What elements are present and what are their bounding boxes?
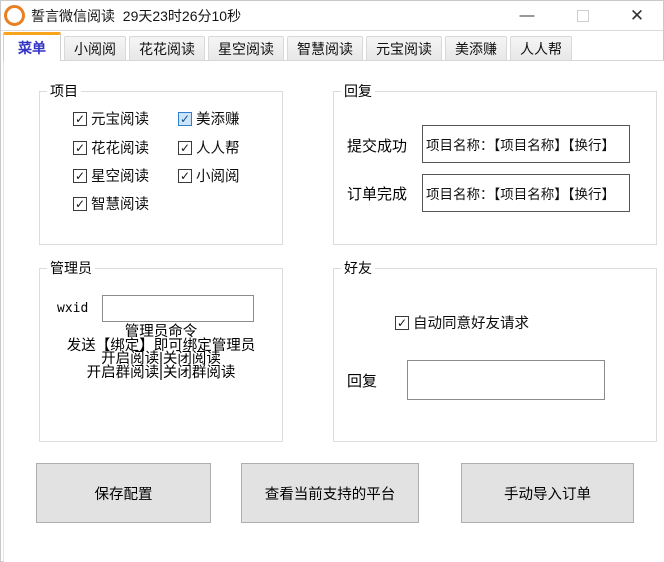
checkbox-label: 花花阅读 (91, 137, 149, 158)
group-admin-title: 管理员 (47, 260, 95, 276)
tab-huahua-read[interactable]: 花花阅读 (129, 36, 205, 61)
save-config-button[interactable]: 保存配置 (36, 463, 211, 523)
group-admin: 管理员 wxid 管理员命令 发送【绑定】即可绑定管理员 开启阅读|关闭阅读 开… (39, 268, 283, 442)
tab-xingkong-read[interactable]: 星空阅读 (208, 36, 284, 61)
checkmark-icon: ✓ (73, 197, 87, 211)
group-reply: 回复 提交成功 订单完成 (333, 91, 657, 245)
checkmark-icon: ✓ (178, 112, 192, 126)
group-friend-title: 好友 (341, 260, 375, 276)
checkmark-icon: ✓ (73, 141, 87, 155)
view-supported-platforms-button[interactable]: 查看当前支持的平台 (241, 463, 419, 523)
wxid-input[interactable] (102, 295, 254, 322)
close-button[interactable]: ✕ (611, 1, 663, 30)
title-bar: 誓言微信阅读 29天23时26分10秒 — ✕ (1, 1, 663, 31)
tab-meitianzhuan[interactable]: 美添赚 (445, 36, 507, 61)
app-window: { "window": { "title": "誓言微信阅读 29天23时26分… (0, 0, 664, 562)
order-complete-input[interactable] (422, 174, 630, 212)
checkbox-label: 元宝阅读 (91, 108, 149, 129)
checkmark-icon: ✓ (178, 169, 192, 183)
order-complete-label: 订单完成 (347, 183, 407, 204)
tab-strip: 菜单 小阅阅 花花阅读 星空阅读 智慧阅读 元宝阅读 美添赚 人人帮 (3, 32, 663, 61)
wxid-label: wxid (57, 301, 88, 316)
minimize-button[interactable]: — (499, 1, 555, 30)
checkmark-icon: ✓ (73, 169, 87, 183)
checkbox-meitianzhuan[interactable]: ✓ 美添赚 (178, 108, 240, 129)
window-controls: — ✕ (499, 1, 663, 30)
checkbox-label: 小阅阅 (196, 165, 240, 186)
checkbox-label: 人人帮 (196, 137, 240, 158)
manual-import-orders-button[interactable]: 手动导入订单 (461, 463, 634, 523)
group-reply-title: 回复 (341, 83, 375, 99)
admin-command-help: 管理员命令 发送【绑定】即可绑定管理员 开启阅读|关闭阅读 开启群阅读|关闭群阅… (40, 326, 282, 380)
checkmark-icon: ✓ (395, 316, 409, 330)
admin-command-line: 开启群阅读|关闭群阅读 (40, 367, 282, 381)
checkmark-icon: ✓ (178, 141, 192, 155)
tab-zhihui-read[interactable]: 智慧阅读 (287, 36, 363, 61)
friend-reply-input[interactable] (407, 360, 605, 400)
checkbox-label: 智慧阅读 (91, 193, 149, 214)
maximize-icon (577, 10, 589, 22)
checkbox-auto-accept-friend[interactable]: ✓ 自动同意好友请求 (395, 312, 529, 333)
submit-success-input[interactable] (422, 125, 630, 163)
checkbox-yuanbao-read[interactable]: ✓ 元宝阅读 (73, 108, 149, 129)
friend-reply-label: 回复 (347, 370, 377, 391)
window-title: 誓言微信阅读 29天23时26分10秒 (31, 6, 241, 26)
app-logo-icon (4, 5, 25, 26)
tab-yuanbao-read[interactable]: 元宝阅读 (366, 36, 442, 61)
maximize-button[interactable] (555, 1, 611, 30)
checkbox-renrenbang[interactable]: ✓ 人人帮 (178, 137, 240, 158)
tab-renrenbang[interactable]: 人人帮 (510, 36, 572, 61)
checkbox-label: 美添赚 (196, 108, 240, 129)
submit-success-label: 提交成功 (347, 135, 407, 156)
tab-xiaoyueyue[interactable]: 小阅阅 (64, 36, 126, 61)
tab-menu[interactable]: 菜单 (3, 32, 61, 61)
group-friend: 好友 ✓ 自动同意好友请求 回复 (333, 268, 657, 442)
close-icon: ✕ (630, 6, 644, 26)
checkbox-xingkong-read[interactable]: ✓ 星空阅读 (73, 165, 149, 186)
checkbox-xiaoyueyue[interactable]: ✓ 小阅阅 (178, 165, 240, 186)
checkbox-huahua-read[interactable]: ✓ 花花阅读 (73, 137, 149, 158)
minimize-icon: — (520, 7, 535, 24)
group-project-title: 项目 (47, 83, 81, 99)
checkbox-zhihui-read[interactable]: ✓ 智慧阅读 (73, 193, 149, 214)
checkbox-label: 自动同意好友请求 (413, 312, 529, 333)
group-project: 项目 ✓ 元宝阅读 ✓ 花花阅读 ✓ 星空阅读 ✓ 智慧阅读 ✓ 美添赚 ✓ 人… (39, 91, 283, 245)
checkbox-label: 星空阅读 (91, 165, 149, 186)
checkmark-icon: ✓ (73, 112, 87, 126)
